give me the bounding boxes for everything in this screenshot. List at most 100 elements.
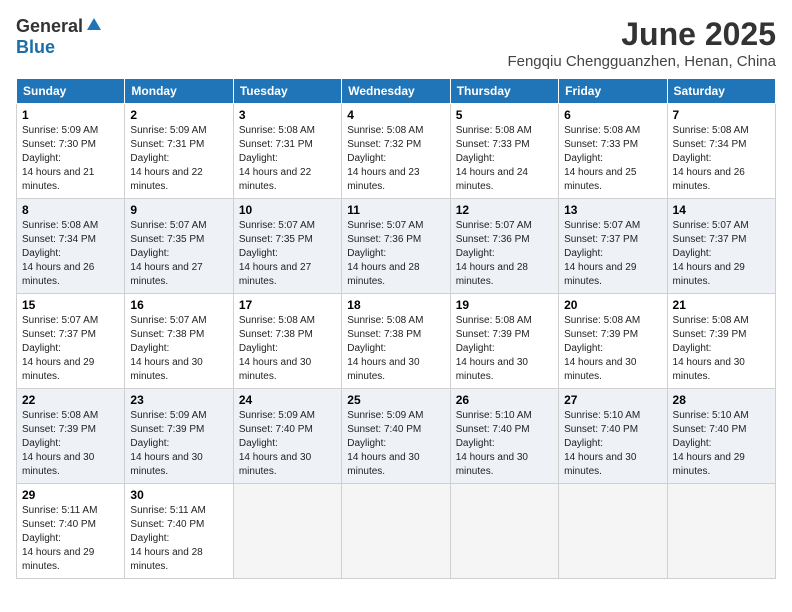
calendar-week-row: 22 Sunrise: 5:08 AMSunset: 7:39 PMDayligh… bbox=[17, 389, 776, 484]
calendar-cell: 5 Sunrise: 5:08 AMSunset: 7:33 PMDaylight… bbox=[450, 104, 558, 199]
col-header-tuesday: Tuesday bbox=[233, 79, 341, 104]
calendar-cell: 17 Sunrise: 5:08 AMSunset: 7:38 PMDayligh… bbox=[233, 294, 341, 389]
calendar-cell: 4 Sunrise: 5:08 AMSunset: 7:32 PMDaylight… bbox=[342, 104, 450, 199]
calendar-cell: 11 Sunrise: 5:07 AMSunset: 7:36 PMDayligh… bbox=[342, 199, 450, 294]
day-info: Sunrise: 5:08 AMSunset: 7:39 PMDaylight:… bbox=[564, 314, 661, 384]
calendar-cell: 23 Sunrise: 5:09 AMSunset: 7:39 PMDayligh… bbox=[125, 389, 233, 484]
calendar-cell bbox=[450, 484, 558, 579]
day-info: Sunrise: 5:10 AMSunset: 7:40 PMDaylight:… bbox=[456, 409, 553, 479]
day-number: 22 bbox=[22, 393, 119, 407]
day-info: Sunrise: 5:09 AMSunset: 7:40 PMDaylight:… bbox=[347, 409, 444, 479]
day-number: 25 bbox=[347, 393, 444, 407]
col-header-sunday: Sunday bbox=[17, 79, 125, 104]
day-info: Sunrise: 5:10 AMSunset: 7:40 PMDaylight:… bbox=[564, 409, 661, 479]
day-info: Sunrise: 5:09 AMSunset: 7:30 PMDaylight:… bbox=[22, 124, 119, 194]
calendar-cell bbox=[667, 484, 775, 579]
logo: General Blue bbox=[16, 16, 103, 58]
day-number: 29 bbox=[22, 488, 119, 502]
calendar-cell: 16Sunrise: 5:07 AMSunset: 7:38 PMDayligh… bbox=[125, 294, 233, 389]
day-info: Sunrise: 5:09 AMSunset: 7:39 PMDaylight:… bbox=[130, 409, 227, 479]
calendar-week-row: 1 Sunrise: 5:09 AMSunset: 7:30 PMDaylight… bbox=[17, 104, 776, 199]
day-number: 21 bbox=[673, 298, 770, 312]
col-header-friday: Friday bbox=[559, 79, 667, 104]
day-number: 26 bbox=[456, 393, 553, 407]
logo-general: General bbox=[16, 16, 83, 37]
day-info: Sunrise: 5:07 AMSunset: 7:38 PMDaylight:… bbox=[130, 314, 227, 384]
calendar-cell: 22 Sunrise: 5:08 AMSunset: 7:39 PMDayligh… bbox=[17, 389, 125, 484]
calendar-cell bbox=[342, 484, 450, 579]
calendar-cell: 26 Sunrise: 5:10 AMSunset: 7:40 PMDayligh… bbox=[450, 389, 558, 484]
calendar-cell: 29 Sunrise: 5:11 AMSunset: 7:40 PMDayligh… bbox=[17, 484, 125, 579]
day-number: 14 bbox=[673, 203, 770, 217]
day-number: 19 bbox=[456, 298, 553, 312]
day-info: Sunrise: 5:09 AMSunset: 7:31 PMDaylight:… bbox=[130, 124, 227, 194]
day-info: Sunrise: 5:08 AMSunset: 7:39 PMDaylight:… bbox=[22, 409, 119, 479]
calendar-cell: 2 Sunrise: 5:09 AMSunset: 7:31 PMDaylight… bbox=[125, 104, 233, 199]
day-number: 9 bbox=[130, 203, 227, 217]
day-info: Sunrise: 5:08 AMSunset: 7:39 PMDaylight:… bbox=[456, 314, 553, 384]
day-number: 20 bbox=[564, 298, 661, 312]
calendar-cell: 20 Sunrise: 5:08 AMSunset: 7:39 PMDayligh… bbox=[559, 294, 667, 389]
day-number: 28 bbox=[673, 393, 770, 407]
title-block: June 2025 Fengqiu Chengguanzhen, Henan, … bbox=[507, 16, 776, 70]
day-info: Sunrise: 5:08 AMSunset: 7:34 PMDaylight:… bbox=[22, 219, 119, 289]
day-number: 27 bbox=[564, 393, 661, 407]
col-header-wednesday: Wednesday bbox=[342, 79, 450, 104]
col-header-monday: Monday bbox=[125, 79, 233, 104]
day-number: 2 bbox=[130, 108, 227, 122]
day-info: Sunrise: 5:08 AMSunset: 7:33 PMDaylight:… bbox=[564, 124, 661, 194]
location-title: Fengqiu Chengguanzhen, Henan, China bbox=[507, 53, 776, 70]
calendar-cell: 27 Sunrise: 5:10 AMSunset: 7:40 PMDayligh… bbox=[559, 389, 667, 484]
day-info: Sunrise: 5:07 AMSunset: 7:36 PMDaylight:… bbox=[347, 219, 444, 289]
calendar-cell: 8 Sunrise: 5:08 AMSunset: 7:34 PMDaylight… bbox=[17, 199, 125, 294]
calendar-cell: 18Sunrise: 5:08 AMSunset: 7:38 PMDayligh… bbox=[342, 294, 450, 389]
calendar-cell: 12 Sunrise: 5:07 AMSunset: 7:36 PMDayligh… bbox=[450, 199, 558, 294]
calendar-cell: 25 Sunrise: 5:09 AMSunset: 7:40 PMDayligh… bbox=[342, 389, 450, 484]
day-info: Sunrise: 5:07 AMSunset: 7:37 PMDaylight:… bbox=[22, 314, 119, 384]
day-info: Sunrise: 5:08 AMSunset: 7:38 PMDaylight:… bbox=[239, 314, 336, 384]
logo-icon bbox=[85, 16, 103, 34]
calendar-cell: 9 Sunrise: 5:07 AMSunset: 7:35 PMDaylight… bbox=[125, 199, 233, 294]
calendar-cell: 21Sunrise: 5:08 AMSunset: 7:39 PMDayligh… bbox=[667, 294, 775, 389]
day-info: Sunrise: 5:11 AMSunset: 7:40 PMDaylight:… bbox=[22, 504, 119, 574]
day-info: Sunrise: 5:07 AMSunset: 7:36 PMDaylight:… bbox=[456, 219, 553, 289]
day-number: 17 bbox=[239, 298, 336, 312]
day-number: 6 bbox=[564, 108, 661, 122]
day-number: 13 bbox=[564, 203, 661, 217]
day-number: 5 bbox=[456, 108, 553, 122]
day-info: Sunrise: 5:08 AMSunset: 7:38 PMDaylight:… bbox=[347, 314, 444, 384]
page-header: General Blue June 2025 Fengqiu Chengguan… bbox=[16, 16, 776, 70]
day-info: Sunrise: 5:08 AMSunset: 7:32 PMDaylight:… bbox=[347, 124, 444, 194]
day-number: 30 bbox=[130, 488, 227, 502]
calendar-cell bbox=[233, 484, 341, 579]
calendar-cell bbox=[559, 484, 667, 579]
day-info: Sunrise: 5:07 AMSunset: 7:37 PMDaylight:… bbox=[564, 219, 661, 289]
calendar-cell: 14Sunrise: 5:07 AMSunset: 7:37 PMDayligh… bbox=[667, 199, 775, 294]
calendar-cell: 7Sunrise: 5:08 AMSunset: 7:34 PMDaylight… bbox=[667, 104, 775, 199]
day-info: Sunrise: 5:07 AMSunset: 7:35 PMDaylight:… bbox=[239, 219, 336, 289]
day-number: 4 bbox=[347, 108, 444, 122]
day-info: Sunrise: 5:09 AMSunset: 7:40 PMDaylight:… bbox=[239, 409, 336, 479]
calendar-cell: 1 Sunrise: 5:09 AMSunset: 7:30 PMDaylight… bbox=[17, 104, 125, 199]
calendar-cell: 13 Sunrise: 5:07 AMSunset: 7:37 PMDayligh… bbox=[559, 199, 667, 294]
col-header-thursday: Thursday bbox=[450, 79, 558, 104]
day-info: Sunrise: 5:07 AMSunset: 7:35 PMDaylight:… bbox=[130, 219, 227, 289]
day-number: 1 bbox=[22, 108, 119, 122]
calendar-cell: 10Sunrise: 5:07 AMSunset: 7:35 PMDayligh… bbox=[233, 199, 341, 294]
day-number: 23 bbox=[130, 393, 227, 407]
day-number: 12 bbox=[456, 203, 553, 217]
calendar-week-row: 8 Sunrise: 5:08 AMSunset: 7:34 PMDaylight… bbox=[17, 199, 776, 294]
day-info: Sunrise: 5:10 AMSunset: 7:40 PMDaylight:… bbox=[673, 409, 770, 479]
calendar-cell: 6 Sunrise: 5:08 AMSunset: 7:33 PMDaylight… bbox=[559, 104, 667, 199]
day-number: 8 bbox=[22, 203, 119, 217]
calendar-cell: 30 Sunrise: 5:11 AMSunset: 7:40 PMDayligh… bbox=[125, 484, 233, 579]
day-info: Sunrise: 5:08 AMSunset: 7:33 PMDaylight:… bbox=[456, 124, 553, 194]
day-number: 24 bbox=[239, 393, 336, 407]
day-info: Sunrise: 5:08 AMSunset: 7:31 PMDaylight:… bbox=[239, 124, 336, 194]
day-number: 3 bbox=[239, 108, 336, 122]
calendar-week-row: 29 Sunrise: 5:11 AMSunset: 7:40 PMDayligh… bbox=[17, 484, 776, 579]
calendar-table: SundayMondayTuesdayWednesdayThursdayFrid… bbox=[16, 78, 776, 579]
day-info: Sunrise: 5:11 AMSunset: 7:40 PMDaylight:… bbox=[130, 504, 227, 574]
day-number: 11 bbox=[347, 203, 444, 217]
calendar-cell: 28 Sunrise: 5:10 AMSunset: 7:40 PMDayligh… bbox=[667, 389, 775, 484]
